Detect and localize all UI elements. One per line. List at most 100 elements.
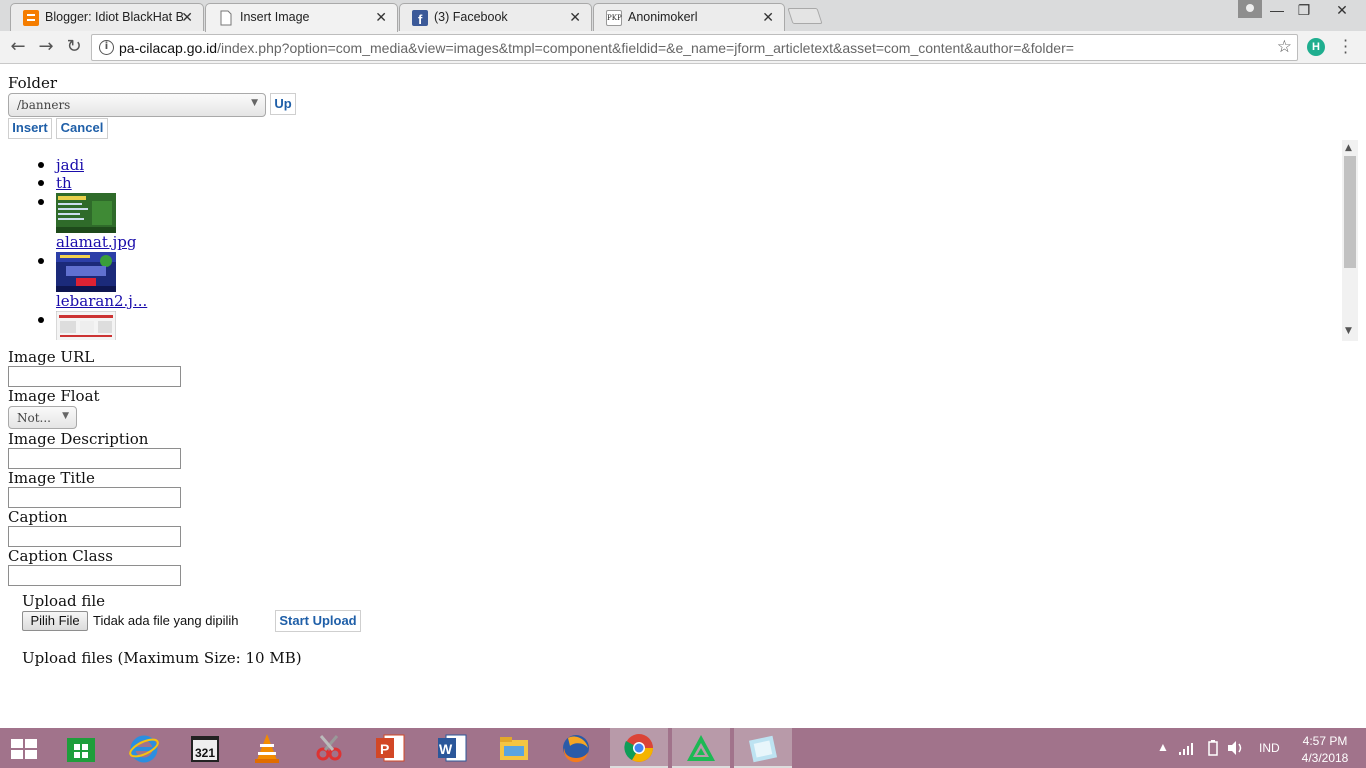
- folder-label: Folder: [8, 74, 58, 92]
- battery-icon[interactable]: [1208, 740, 1218, 756]
- image-link-alamat[interactable]: alamat.jpg: [56, 233, 137, 251]
- up-button[interactable]: Up: [270, 93, 296, 115]
- list-item: [37, 311, 147, 340]
- url-text: pa-cilacap.go.id/index.php?option=com_me…: [119, 40, 1074, 56]
- choose-file-button[interactable]: Pilih File: [22, 611, 88, 631]
- image-thumbnail[interactable]: [56, 252, 116, 292]
- upload-file-label: Upload file: [22, 592, 106, 610]
- reload-icon[interactable]: ↻: [63, 36, 85, 58]
- insert-button[interactable]: Insert: [8, 118, 52, 139]
- back-icon[interactable]: ←: [7, 36, 29, 58]
- facebook-icon: f: [412, 10, 428, 27]
- media-browser-scrollbar[interactable]: ▲ ▼: [1342, 140, 1358, 341]
- media-player-classic-icon[interactable]: 321: [189, 732, 221, 764]
- caption-label: Caption: [8, 508, 68, 526]
- image-url-input[interactable]: [8, 366, 181, 387]
- image-float-select[interactable]: Not... ▼: [8, 406, 77, 429]
- network-icon[interactable]: [1178, 740, 1196, 756]
- user-icon[interactable]: [1238, 0, 1262, 18]
- dropdown-arrow-icon: ▼: [62, 411, 69, 421]
- tab-title: Blogger: Idiot BlackHat B: [45, 10, 183, 24]
- image-description-label: Image Description: [8, 430, 149, 448]
- tab-title: (3) Facebook: [434, 10, 508, 24]
- folder-select[interactable]: /banners ▼: [8, 93, 266, 117]
- minimize-icon[interactable]: —: [1262, 0, 1292, 20]
- snipping-tool-icon[interactable]: [313, 732, 345, 764]
- folder-link-th[interactable]: th: [56, 174, 72, 192]
- start-icon[interactable]: [9, 737, 39, 761]
- chrome-menu-icon[interactable]: · · ·: [1343, 33, 1349, 61]
- address-bar[interactable]: i pa-cilacap.go.id/index.php?option=com_…: [91, 34, 1298, 61]
- page-icon: [218, 10, 234, 26]
- tab-title: Anonimokerl: [628, 10, 698, 24]
- image-title-input[interactable]: [8, 487, 181, 508]
- pkp-icon: PKP: [606, 10, 622, 26]
- clock-date: 4/3/2018: [1301, 751, 1349, 765]
- svg-text:W: W: [439, 741, 453, 757]
- tab-anonimokerl[interactable]: PKP Anonimokerl ✕: [593, 3, 785, 31]
- word-icon[interactable]: W: [436, 732, 468, 764]
- no-file-text: Tidak ada file yang dipilih: [93, 613, 239, 628]
- notepad-icon[interactable]: [747, 732, 779, 764]
- chrome-icon[interactable]: [623, 732, 655, 764]
- language-indicator[interactable]: IND: [1259, 741, 1280, 768]
- scrollbar-thumb[interactable]: [1344, 156, 1356, 268]
- tray-chevron-icon[interactable]: ▲: [1157, 740, 1169, 768]
- file-explorer-icon[interactable]: [498, 732, 530, 764]
- tab-facebook[interactable]: f (3) Facebook ✕: [399, 3, 592, 31]
- vlc-icon[interactable]: [251, 732, 283, 764]
- media-manager-page: Folder /banners ▼ Up Insert Cancel jadi …: [0, 65, 1366, 728]
- image-thumbnail[interactable]: [56, 311, 116, 340]
- image-title-label: Image Title: [8, 469, 95, 487]
- bookmark-star-icon[interactable]: ☆: [1277, 37, 1292, 57]
- caption-class-input[interactable]: [8, 565, 181, 586]
- green-app-icon[interactable]: [685, 732, 717, 764]
- list-item: jadi: [37, 156, 147, 174]
- tab-strip: Blogger: Idiot BlackHat B ✕ Insert Image…: [0, 0, 1366, 32]
- list-item: lebaran2.j...: [37, 252, 147, 310]
- list-item: alamat.jpg: [37, 193, 147, 251]
- dropdown-arrow-icon: ▼: [251, 98, 258, 108]
- list-item: th: [37, 174, 147, 192]
- media-list: jadi th alamat.jpg lebaran2.j...: [37, 156, 147, 340]
- close-icon[interactable]: ✕: [181, 9, 193, 26]
- volume-icon[interactable]: [1227, 740, 1245, 756]
- store-icon[interactable]: [65, 732, 97, 764]
- firefox-icon[interactable]: [560, 732, 592, 764]
- start-upload-button[interactable]: Start Upload: [275, 610, 361, 632]
- svg-text:f: f: [418, 12, 423, 26]
- scroll-up-icon[interactable]: ▲: [1345, 143, 1352, 153]
- clock-time: 4:57 PM: [1302, 734, 1348, 748]
- info-icon[interactable]: i: [99, 40, 114, 55]
- forward-icon[interactable]: →: [35, 36, 57, 58]
- clock[interactable]: 4:57 PM 4/3/2018: [1290, 734, 1360, 768]
- image-url-label: Image URL: [8, 348, 95, 366]
- svg-text:321: 321: [195, 746, 215, 760]
- close-icon[interactable]: ✕: [762, 9, 774, 26]
- caption-class-label: Caption Class: [8, 547, 113, 565]
- image-description-input[interactable]: [8, 448, 181, 469]
- cancel-button[interactable]: Cancel: [56, 118, 108, 139]
- upload-limit-text: Upload files (Maximum Size: 10 MB): [22, 649, 302, 667]
- image-thumbnail[interactable]: [56, 193, 116, 233]
- scroll-down-icon[interactable]: ▼: [1345, 326, 1352, 336]
- restore-icon[interactable]: ❐: [1289, 0, 1319, 20]
- close-window-icon[interactable]: ✕: [1318, 0, 1366, 20]
- new-tab-button[interactable]: [787, 8, 823, 24]
- caption-input[interactable]: [8, 526, 181, 547]
- extension-icon[interactable]: H: [1307, 38, 1325, 56]
- media-browser: jadi th alamat.jpg lebaran2.j...: [0, 140, 1358, 340]
- tab-insert-image[interactable]: Insert Image ✕: [205, 3, 398, 32]
- tab-title: Insert Image: [240, 10, 310, 24]
- image-link-lebaran2[interactable]: lebaran2.j...: [56, 292, 147, 310]
- svg-text:P: P: [380, 741, 389, 757]
- close-icon[interactable]: ✕: [375, 9, 387, 26]
- folder-link-jadi[interactable]: jadi: [56, 156, 84, 174]
- image-float-label: Image Float: [8, 387, 100, 405]
- close-icon[interactable]: ✕: [569, 9, 581, 26]
- internet-explorer-icon[interactable]: [128, 732, 160, 764]
- browser-toolbar: ← → ↻ i pa-cilacap.go.id/index.php?optio…: [0, 31, 1366, 64]
- windows-taskbar: 321 P W ▲ IND 4:57 PM 4/3/2018: [0, 728, 1366, 768]
- powerpoint-icon[interactable]: P: [374, 732, 406, 764]
- tab-blogger[interactable]: Blogger: Idiot BlackHat B ✕: [10, 3, 204, 31]
